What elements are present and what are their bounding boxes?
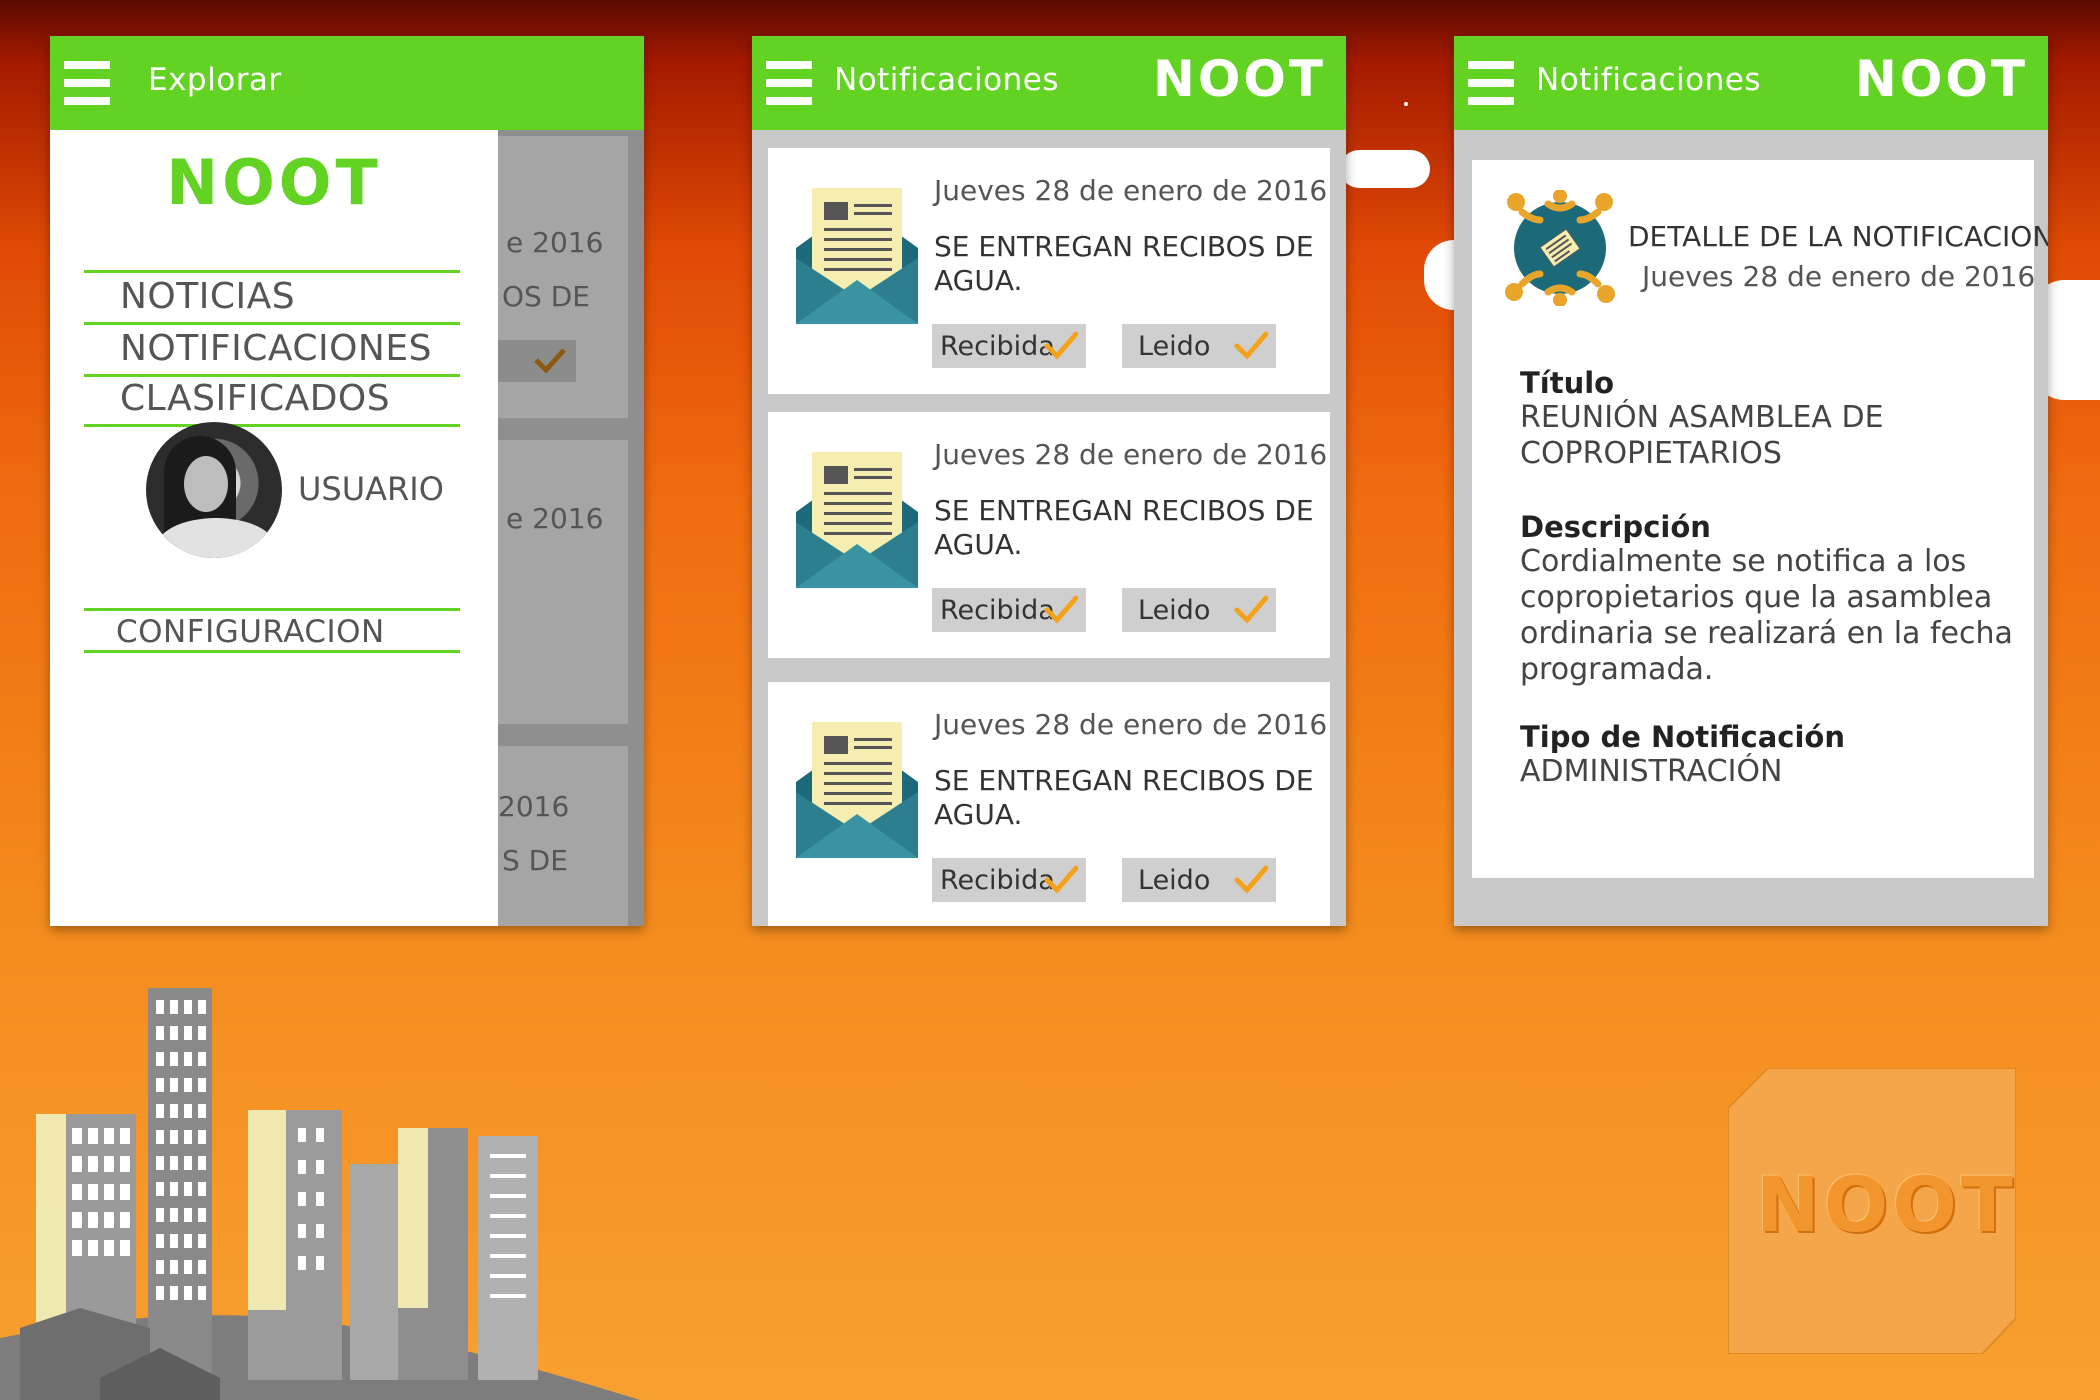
type-label: Tipo de Notificación xyxy=(1520,720,1845,754)
app-bar: Notificaciones NOOT xyxy=(752,36,1346,130)
peek-title: OS DE xyxy=(502,280,590,313)
notification-date: Jueves 28 de enero de 2016 xyxy=(934,708,1328,741)
description-value: Cordialmente se notifica a los copropiet… xyxy=(1520,544,2013,687)
notification-detail-screen: Notificaciones NOOT DETALLE DE LA NOTIFI… xyxy=(1454,36,2048,926)
description-label: Descripción xyxy=(1520,510,1711,544)
showcase-stage: e 2016 OS DE e 2016 2016 S DE NOOT NOTIC… xyxy=(0,0,2100,1400)
background-card: 2016 S DE xyxy=(498,746,628,926)
title-label: Título xyxy=(1520,366,1615,400)
read-label: Leido xyxy=(1138,864,1211,896)
background-card: e 2016 xyxy=(498,440,628,724)
hamburger-menu-icon[interactable] xyxy=(1468,61,1514,105)
app-bar-title: Notificaciones xyxy=(834,62,1059,98)
notification-date: Jueves 28 de enero de 2016 xyxy=(934,174,1328,207)
title-value: REUNIÓN ASAMBLEA DE COPROPIETARIOS xyxy=(1520,400,1884,471)
checkmark-icon xyxy=(1044,595,1078,624)
checkmark-icon xyxy=(1234,595,1268,624)
received-status[interactable]: Recibida xyxy=(932,858,1086,902)
envelope-icon xyxy=(796,188,918,324)
notification-title: SE ENTREGAN RECIBOS DE AGUA. xyxy=(934,230,1314,297)
read-status[interactable]: Leido xyxy=(1122,324,1276,368)
user-label[interactable]: USUARIO xyxy=(298,470,444,508)
received-label: Recibida xyxy=(940,594,1055,626)
menu-divider xyxy=(84,322,460,325)
menu-item-noticias[interactable]: NOTICIAS xyxy=(120,276,295,317)
menu-item-clasificados[interactable]: CLASIFICADOS xyxy=(120,378,390,419)
noot-logo: NOOT xyxy=(1153,50,1326,108)
app-bar: Explorar xyxy=(50,36,644,130)
app-bar: Notificaciones NOOT xyxy=(1454,36,2048,130)
background-card: e 2016 OS DE xyxy=(498,136,628,418)
menu-divider xyxy=(84,608,460,611)
peek-read-pill xyxy=(498,340,576,382)
peek-date: 2016 xyxy=(498,790,570,823)
peek-title: S DE xyxy=(502,844,568,877)
hamburger-menu-icon[interactable] xyxy=(64,61,110,105)
menu-divider xyxy=(84,374,460,377)
read-status[interactable]: Leido xyxy=(1122,858,1276,902)
navigation-drawer: NOOT NOTICIAS NOTIFICACIONES CLASIFICADO… xyxy=(50,130,498,926)
cloud-decoration xyxy=(1340,150,1430,188)
notification-title: SE ENTREGAN RECIBOS DE AGUA. xyxy=(934,494,1314,561)
noot-brand-logo: NOOT xyxy=(1756,1160,2017,1249)
explore-screen: e 2016 OS DE e 2016 2016 S DE NOOT NOTIC… xyxy=(50,36,644,926)
checkmark-icon xyxy=(1044,331,1078,360)
received-status[interactable]: Recibida xyxy=(932,588,1086,632)
type-value: ADMINISTRACIÓN xyxy=(1520,754,1783,789)
read-label: Leido xyxy=(1138,330,1211,362)
city-skyline-illustration xyxy=(0,988,640,1400)
notification-card[interactable]: Jueves 28 de enero de 2016 SE ENTREGAN R… xyxy=(768,682,1330,926)
notifications-screen: Notificaciones NOOT Jueves 28 de enero d… xyxy=(752,36,1346,926)
menu-divider xyxy=(84,270,460,273)
notification-detail-card: DETALLE DE LA NOTIFICACION Jueves 28 de … xyxy=(1472,160,2048,878)
app-bar-title: Explorar xyxy=(148,62,282,98)
notification-title: SE ENTREGAN RECIBOS DE AGUA. xyxy=(934,764,1314,831)
menu-item-configuracion[interactable]: CONFIGURACION xyxy=(116,614,385,650)
envelope-icon xyxy=(796,452,918,588)
peek-date: e 2016 xyxy=(506,502,604,535)
menu-divider xyxy=(84,650,460,653)
read-status[interactable]: Leido xyxy=(1122,588,1276,632)
noot-logo: NOOT xyxy=(1855,50,2028,108)
notification-date: Jueves 28 de enero de 2016 xyxy=(934,438,1328,471)
menu-item-notificaciones[interactable]: NOTIFICACIONES xyxy=(120,328,432,369)
received-status[interactable]: Recibida xyxy=(932,324,1086,368)
detail-heading: DETALLE DE LA NOTIFICACION xyxy=(1628,220,2048,253)
menu-divider xyxy=(84,424,460,427)
read-label: Leido xyxy=(1138,594,1211,626)
notification-card[interactable]: Jueves 28 de enero de 2016 SE ENTREGAN R… xyxy=(768,148,1330,394)
meeting-icon xyxy=(1505,190,1615,306)
noot-logo: NOOT xyxy=(166,146,382,219)
background-notification-list: e 2016 OS DE e 2016 2016 S DE xyxy=(498,130,644,926)
detail-date: Jueves 28 de enero de 2016 xyxy=(1642,260,2036,293)
peek-date: e 2016 xyxy=(506,226,604,259)
checkmark-icon xyxy=(1234,331,1268,360)
notification-card[interactable]: Jueves 28 de enero de 2016 SE ENTREGAN R… xyxy=(768,412,1330,658)
received-label: Recibida xyxy=(940,864,1055,896)
app-bar-title: Notificaciones xyxy=(1536,62,1761,98)
star-decoration xyxy=(1404,102,1408,106)
checkmark-icon xyxy=(1234,865,1268,894)
hamburger-menu-icon[interactable] xyxy=(766,61,812,105)
received-label: Recibida xyxy=(940,330,1055,362)
envelope-icon xyxy=(796,722,918,858)
user-avatar[interactable] xyxy=(146,422,282,558)
checkmark-icon xyxy=(1044,865,1078,894)
